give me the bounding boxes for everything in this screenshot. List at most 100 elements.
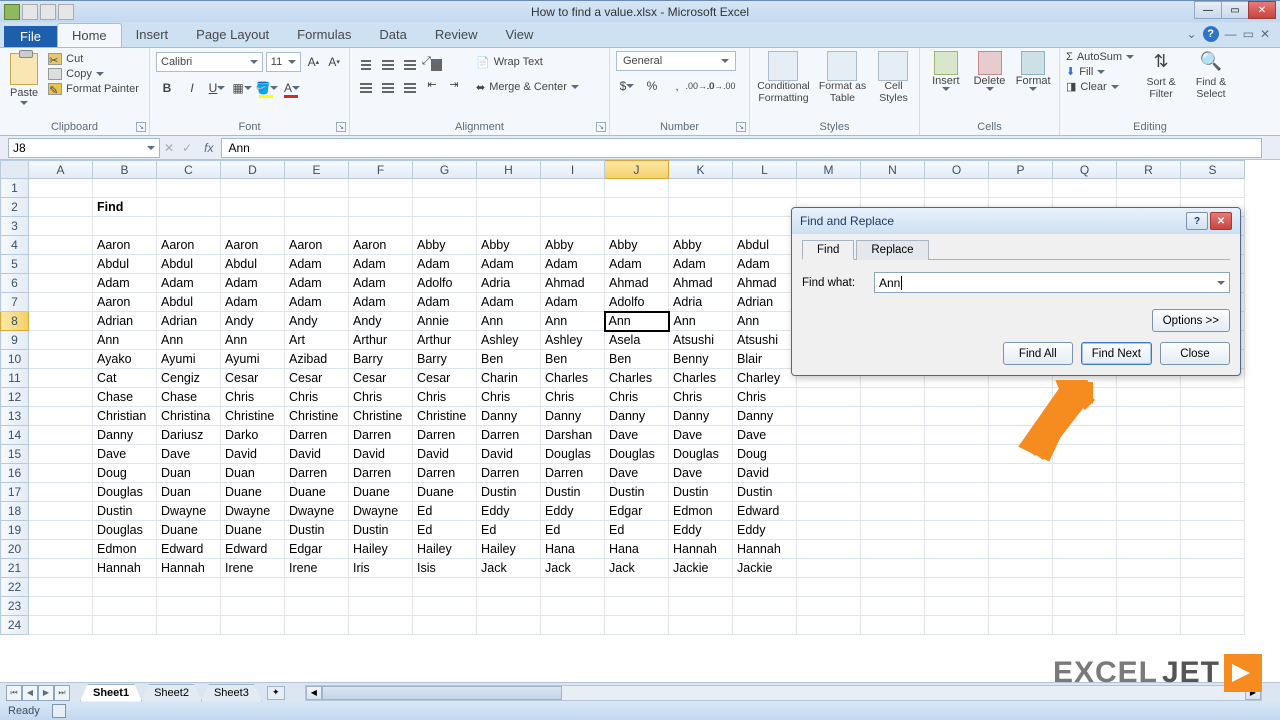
row-header[interactable]: 18 (1, 502, 29, 521)
cell[interactable]: Adam (221, 274, 285, 293)
cell[interactable]: Dave (157, 445, 221, 464)
cell[interactable] (989, 540, 1053, 559)
cell[interactable]: Abby (477, 236, 541, 255)
cell[interactable]: Duane (413, 483, 477, 502)
cell[interactable] (989, 597, 1053, 616)
cell[interactable] (1053, 616, 1117, 635)
column-header[interactable]: D (221, 161, 285, 179)
cell[interactable] (29, 331, 93, 350)
ribbon-tab-page-layout[interactable]: Page Layout (182, 23, 283, 47)
cell[interactable]: Edmon (669, 502, 733, 521)
cell[interactable]: Ed (541, 521, 605, 540)
macro-record-icon[interactable] (52, 704, 66, 718)
italic-button[interactable]: I (181, 77, 203, 99)
prev-sheet-icon[interactable]: ◀ (22, 685, 38, 701)
cell[interactable] (925, 483, 989, 502)
row-header[interactable]: 8 (1, 312, 29, 331)
cell[interactable]: Dave (669, 426, 733, 445)
cell[interactable]: Dwayne (221, 502, 285, 521)
cell[interactable] (1181, 502, 1245, 521)
cell[interactable]: Arthur (349, 331, 413, 350)
cell[interactable] (925, 540, 989, 559)
cell[interactable]: Aaron (157, 236, 221, 255)
cell[interactable]: Atsushi (733, 331, 797, 350)
cell[interactable]: Barry (349, 350, 413, 369)
row-header[interactable]: 21 (1, 559, 29, 578)
cell[interactable]: Cat (93, 369, 157, 388)
cell[interactable] (285, 578, 349, 597)
cell[interactable]: Adam (477, 255, 541, 274)
cell[interactable]: Andy (221, 312, 285, 331)
cell[interactable] (1181, 616, 1245, 635)
cell[interactable]: David (733, 464, 797, 483)
cell[interactable]: Find (93, 198, 157, 217)
cell[interactable] (221, 597, 285, 616)
cell[interactable] (29, 502, 93, 521)
cell[interactable]: Duan (157, 483, 221, 502)
cell[interactable] (541, 198, 605, 217)
sort-filter-button[interactable]: ⇅Sort & Filter (1138, 51, 1184, 100)
cell[interactable]: Ann (541, 312, 605, 331)
cell[interactable]: Dave (93, 445, 157, 464)
cell[interactable] (989, 578, 1053, 597)
cell[interactable]: Adam (733, 255, 797, 274)
cell[interactable] (29, 540, 93, 559)
cell[interactable] (221, 217, 285, 236)
cell[interactable]: Danny (669, 407, 733, 426)
row-header[interactable]: 23 (1, 597, 29, 616)
cell[interactable]: Hailey (477, 540, 541, 559)
decrease-indent-icon[interactable]: ⇤ (422, 74, 442, 94)
cell[interactable]: Jack (605, 559, 669, 578)
column-header[interactable]: B (93, 161, 157, 179)
format-painter-button[interactable]: ✎Format Painter (48, 83, 139, 95)
cell[interactable] (605, 597, 669, 616)
dialog-tab-replace[interactable]: Replace (856, 240, 928, 260)
cell[interactable]: Eddy (477, 502, 541, 521)
cell[interactable]: Atsushi (669, 331, 733, 350)
ribbon-tab-review[interactable]: Review (421, 23, 492, 47)
row-header[interactable]: 4 (1, 236, 29, 255)
cell[interactable]: Edward (157, 540, 221, 559)
cell[interactable] (1117, 578, 1181, 597)
cell[interactable]: Dustin (477, 483, 541, 502)
cell[interactable]: Adam (605, 255, 669, 274)
cell[interactable] (861, 616, 925, 635)
bold-button[interactable]: B (156, 77, 178, 99)
cell[interactable]: Ben (477, 350, 541, 369)
cell[interactable] (989, 464, 1053, 483)
cell[interactable] (989, 388, 1053, 407)
cell[interactable]: Danny (733, 407, 797, 426)
cell[interactable]: Edward (733, 502, 797, 521)
cell[interactable]: Adam (541, 255, 605, 274)
cell[interactable] (29, 521, 93, 540)
cell[interactable]: Chris (285, 388, 349, 407)
cell[interactable] (1053, 502, 1117, 521)
file-tab[interactable]: File (4, 26, 57, 47)
cell[interactable] (157, 597, 221, 616)
cell[interactable]: Cengiz (157, 369, 221, 388)
cell[interactable] (989, 445, 1053, 464)
cell[interactable]: Adam (285, 293, 349, 312)
cell[interactable]: Douglas (605, 445, 669, 464)
undo-icon[interactable] (40, 4, 56, 20)
cell[interactable]: Adam (477, 293, 541, 312)
cell[interactable] (29, 464, 93, 483)
cell[interactable]: Ed (477, 521, 541, 540)
cell[interactable]: Adam (413, 293, 477, 312)
cell[interactable]: Abdul (733, 236, 797, 255)
cell[interactable] (861, 483, 925, 502)
cell[interactable]: Ahmad (669, 274, 733, 293)
cell[interactable]: Isis (413, 559, 477, 578)
row-header[interactable]: 17 (1, 483, 29, 502)
cell[interactable] (1117, 388, 1181, 407)
cell[interactable]: Duane (157, 521, 221, 540)
row-header[interactable]: 19 (1, 521, 29, 540)
cell[interactable] (797, 540, 861, 559)
number-expand-icon[interactable] (736, 122, 746, 132)
cell[interactable] (93, 616, 157, 635)
cell[interactable]: Darren (285, 426, 349, 445)
cell[interactable]: Ed (413, 502, 477, 521)
cell[interactable]: Chris (349, 388, 413, 407)
column-header[interactable]: J (605, 161, 669, 179)
cell[interactable]: Dustin (605, 483, 669, 502)
